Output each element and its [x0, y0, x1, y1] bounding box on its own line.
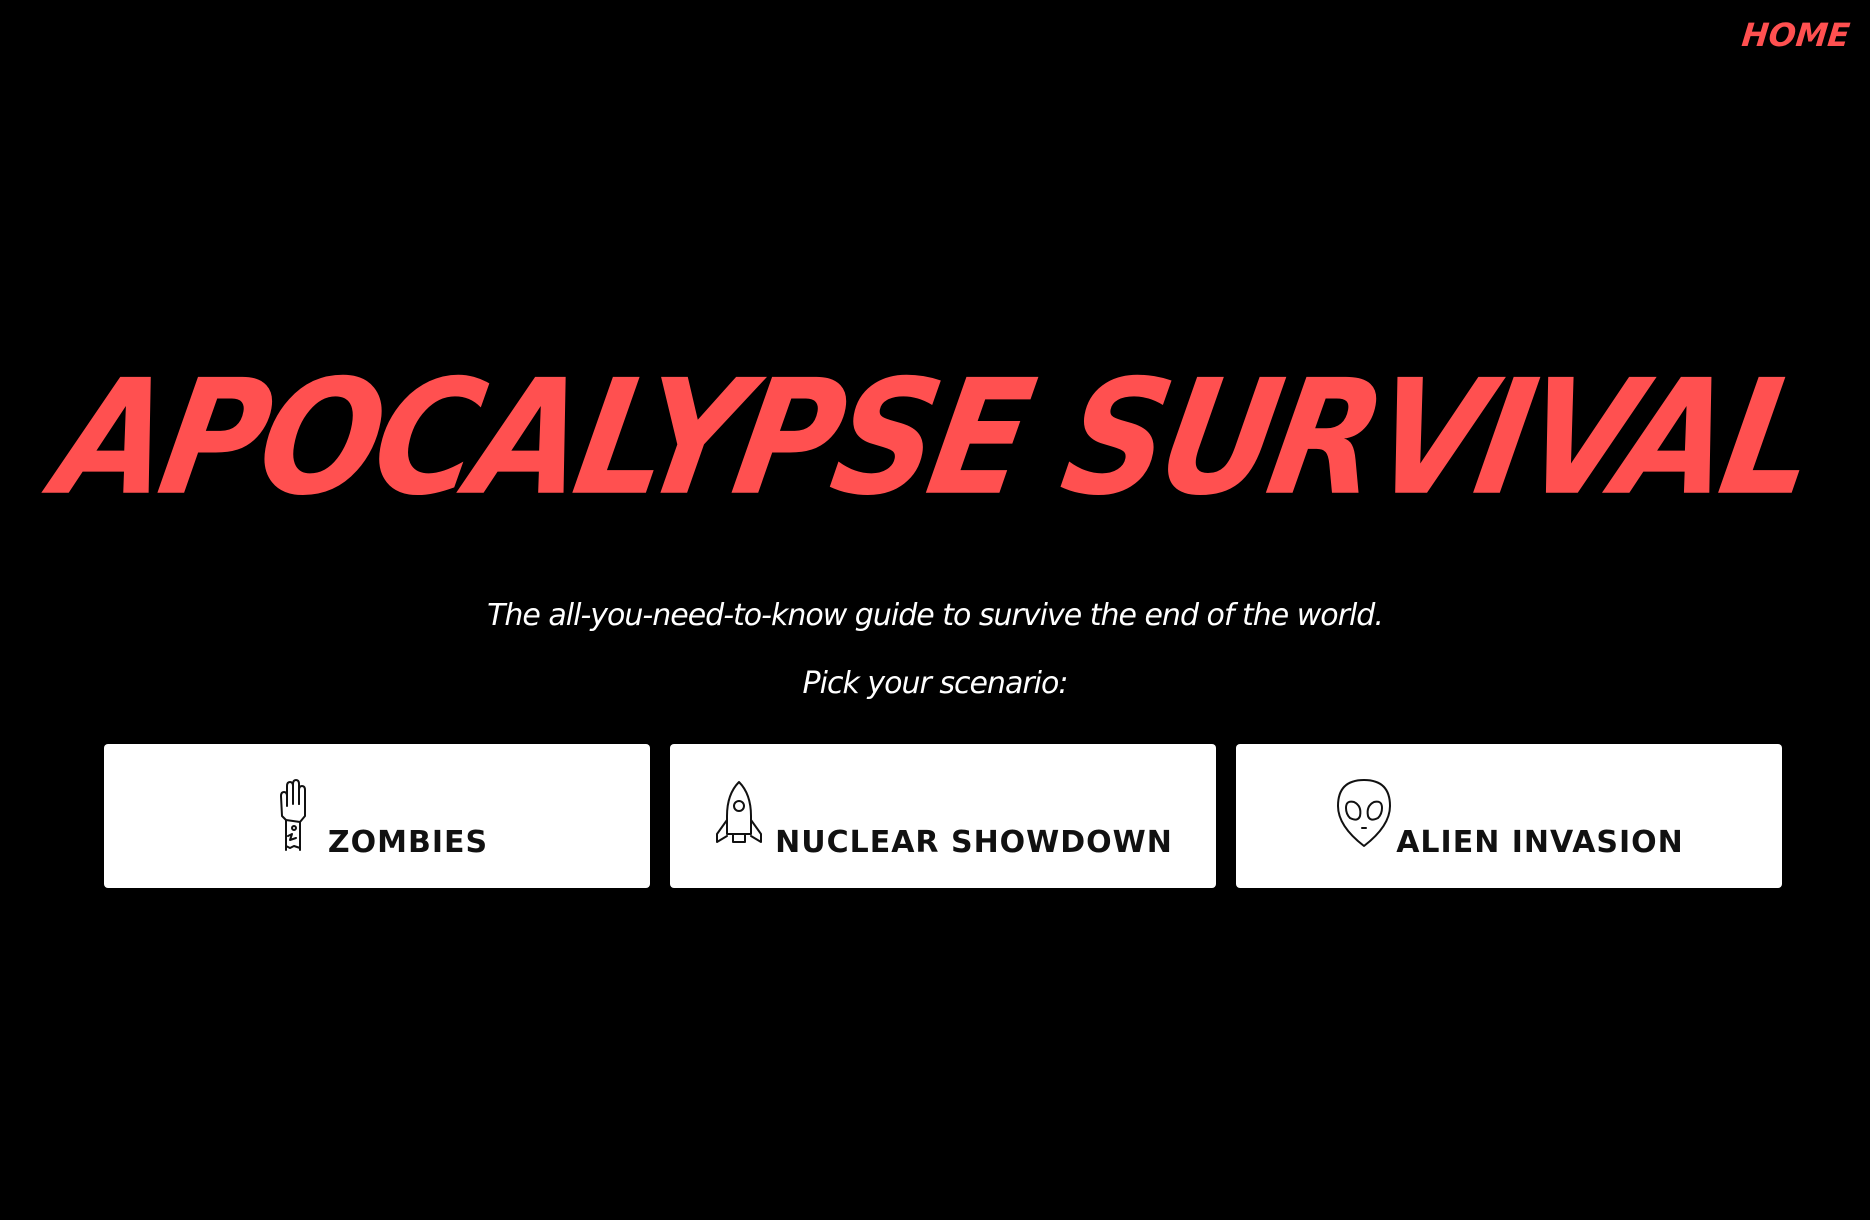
rocket-icon — [713, 776, 765, 852]
alien-icon — [1334, 776, 1392, 852]
scenario-list: ZOMBIES NUCLEAR SHOWDOWN ALIEN INVASION — [104, 744, 1782, 888]
scenario-label: NUCLEAR SHOWDOWN — [775, 825, 1173, 860]
scenario-label: ZOMBIES — [327, 825, 489, 860]
scenario-card-nuclear-showdown[interactable]: NUCLEAR SHOWDOWN — [670, 744, 1216, 888]
hero: APOCALYPSE SURVIVAL — [0, 346, 1870, 531]
tagline: The all-you-need-to-know guide to surviv… — [487, 598, 1384, 633]
scenario-card-zombies[interactable]: ZOMBIES — [104, 744, 650, 888]
page-title: APOCALYPSE SURVIVAL — [44, 346, 1826, 531]
zombie-hand-icon — [266, 776, 318, 852]
scenario-label: ALIEN INVASION — [1396, 825, 1684, 860]
scenario-card-alien-invasion[interactable]: ALIEN INVASION — [1236, 744, 1782, 888]
home-link[interactable]: HOME — [1740, 16, 1852, 54]
scenario-prompt: Pick your scenario: — [802, 666, 1069, 701]
page: HOME APOCALYPSE SURVIVAL The all-you-nee… — [0, 0, 1870, 1220]
